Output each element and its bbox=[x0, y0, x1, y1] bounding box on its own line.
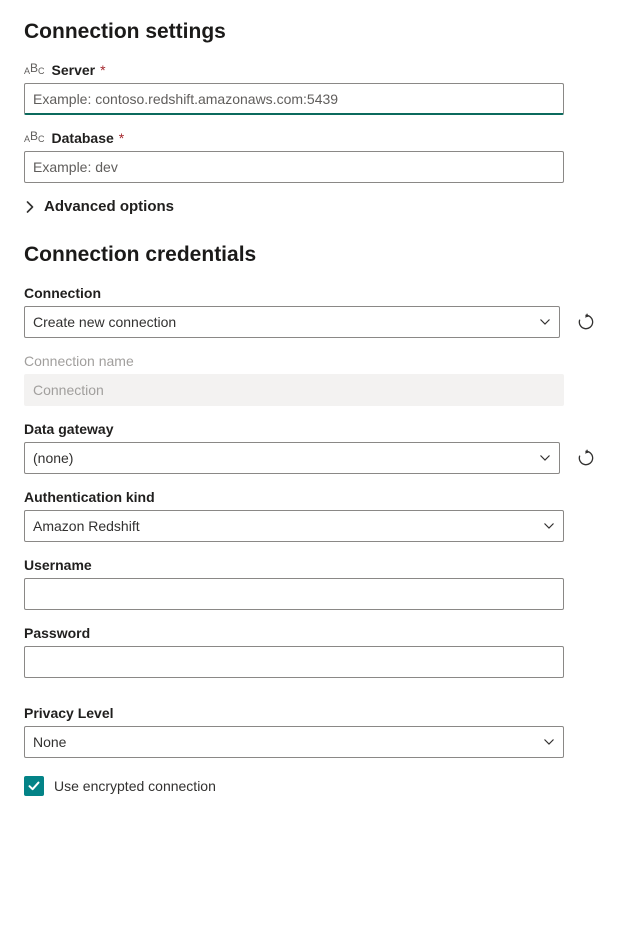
username-input[interactable] bbox=[24, 578, 564, 610]
server-label-text: Server bbox=[52, 62, 96, 78]
data-gateway-field: Data gateway (none) bbox=[24, 421, 600, 474]
password-field: Password bbox=[24, 625, 600, 678]
privacy-level-label: Privacy Level bbox=[24, 705, 600, 721]
auth-kind-select[interactable]: Amazon Redshift bbox=[24, 510, 564, 542]
connection-label: Connection bbox=[24, 285, 600, 301]
connection-name-label-text: Connection name bbox=[24, 353, 134, 369]
connection-name-field: Connection name Connection bbox=[24, 353, 600, 406]
connection-field: Connection Create new connection bbox=[24, 285, 600, 338]
required-indicator: * bbox=[100, 62, 105, 78]
auth-kind-label-text: Authentication kind bbox=[24, 489, 155, 505]
connection-credentials-title: Connection credentials bbox=[24, 243, 600, 267]
data-gateway-label-text: Data gateway bbox=[24, 421, 113, 437]
data-gateway-label: Data gateway bbox=[24, 421, 600, 437]
connection-name-input: Connection bbox=[24, 374, 564, 406]
privacy-level-select[interactable]: None bbox=[24, 726, 564, 758]
chevron-down-icon bbox=[543, 520, 555, 532]
chevron-right-icon bbox=[24, 201, 36, 213]
refresh-connection-button[interactable] bbox=[572, 308, 600, 336]
chevron-down-icon bbox=[539, 316, 551, 328]
required-indicator: * bbox=[119, 130, 124, 146]
password-label: Password bbox=[24, 625, 600, 641]
username-field: Username bbox=[24, 557, 600, 610]
server-field: ABC Server * bbox=[24, 62, 600, 115]
database-input[interactable] bbox=[24, 151, 564, 183]
username-label-text: Username bbox=[24, 557, 92, 573]
advanced-options-label: Advanced options bbox=[44, 198, 174, 215]
connection-name-value: Connection bbox=[33, 382, 104, 398]
privacy-level-select-value: None bbox=[33, 734, 66, 750]
password-label-text: Password bbox=[24, 625, 90, 641]
auth-kind-field: Authentication kind Amazon Redshift bbox=[24, 489, 600, 542]
database-label-text: Database bbox=[52, 130, 114, 146]
text-type-icon: ABC bbox=[24, 64, 45, 76]
database-field: ABC Database * bbox=[24, 130, 600, 183]
chevron-down-icon bbox=[539, 452, 551, 464]
password-input[interactable] bbox=[24, 646, 564, 678]
advanced-options-expander[interactable]: Advanced options bbox=[24, 198, 600, 215]
refresh-gateway-button[interactable] bbox=[572, 444, 600, 472]
connection-select-value: Create new connection bbox=[33, 314, 176, 330]
auth-kind-label: Authentication kind bbox=[24, 489, 600, 505]
username-label: Username bbox=[24, 557, 600, 573]
server-input[interactable] bbox=[24, 83, 564, 115]
connection-label-text: Connection bbox=[24, 285, 101, 301]
data-gateway-select-value: (none) bbox=[33, 450, 73, 466]
encrypted-checkbox-label: Use encrypted connection bbox=[54, 778, 216, 794]
encrypted-checkbox[interactable] bbox=[24, 776, 44, 796]
text-type-icon: ABC bbox=[24, 132, 45, 144]
database-label: ABC Database * bbox=[24, 130, 600, 146]
encrypted-checkbox-row: Use encrypted connection bbox=[24, 776, 600, 796]
server-label: ABC Server * bbox=[24, 62, 600, 78]
privacy-level-field: Privacy Level None bbox=[24, 705, 600, 758]
data-gateway-select[interactable]: (none) bbox=[24, 442, 560, 474]
chevron-down-icon bbox=[543, 736, 555, 748]
privacy-level-label-text: Privacy Level bbox=[24, 705, 114, 721]
auth-kind-select-value: Amazon Redshift bbox=[33, 518, 140, 534]
connection-settings-title: Connection settings bbox=[24, 20, 600, 44]
connection-select[interactable]: Create new connection bbox=[24, 306, 560, 338]
connection-name-label: Connection name bbox=[24, 353, 600, 369]
